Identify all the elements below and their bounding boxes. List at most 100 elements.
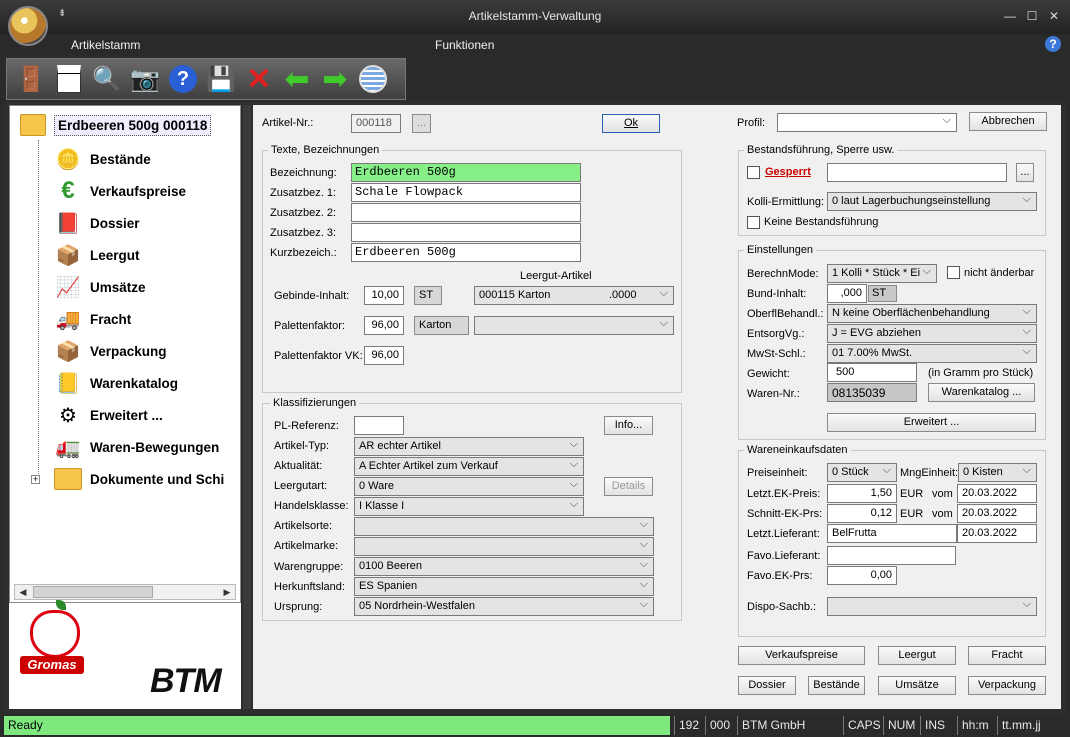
zusatz3-input[interactable]	[351, 223, 581, 242]
globe-icon[interactable]	[356, 62, 390, 96]
herkunft-select[interactable]: ES Spanien	[354, 577, 654, 596]
tree-root[interactable]: Erdbeeren 500g 000118	[20, 114, 212, 136]
paletten-vk-input[interactable]: 96,00	[364, 346, 404, 365]
artikel-nr-field[interactable]: 000118	[351, 114, 401, 133]
help-circle-icon[interactable]: ?	[166, 62, 200, 96]
leergutart-select[interactable]: 0 Ware	[354, 477, 584, 496]
bund-input[interactable]: ,000	[827, 284, 867, 303]
warenkatalog-button[interactable]: Warenkatalog ...	[928, 383, 1035, 402]
tree-item-dokumente[interactable]: Dokumente und Schi	[54, 465, 224, 493]
preiseinheit-select[interactable]: 0 Stück	[827, 463, 897, 482]
gesperrt-lookup-button[interactable]: ...	[1016, 163, 1034, 182]
kurz-input[interactable]: Erdbeeren 500g	[351, 243, 581, 262]
dossier-button[interactable]: Dossier	[738, 676, 796, 695]
schnitt-date[interactable]: 20.03.2022	[957, 504, 1037, 523]
erweitert-button[interactable]: Erweitert ...	[827, 413, 1036, 432]
maximize-button[interactable]: ☐	[1022, 8, 1042, 24]
kolli-select[interactable]: 0 laut Lagerbuchungseinstellung	[827, 192, 1037, 211]
dispo-select[interactable]	[827, 597, 1037, 616]
letzt-ek-date[interactable]: 20.03.2022	[957, 484, 1037, 503]
verpackung-button[interactable]: Verpackung	[968, 676, 1046, 695]
schnitt-input[interactable]: 0,12	[827, 504, 897, 523]
pl-ref-input[interactable]	[354, 416, 404, 435]
minimize-button[interactable]: —	[1000, 8, 1020, 24]
tree-item-waren-bewegungen[interactable]: 🚛 Waren-Bewegungen	[54, 433, 220, 461]
artikelmarke-select[interactable]	[354, 537, 654, 556]
details-button[interactable]: Details	[604, 477, 653, 496]
list-view-icon[interactable]	[52, 62, 86, 96]
delete-x-icon[interactable]: ✕	[242, 62, 276, 96]
mwst-select[interactable]: 01 7.00% MwSt.	[827, 344, 1037, 363]
scroll-right-icon[interactable]: ▶	[219, 585, 235, 599]
aktualitaet-select[interactable]: A Echter Artikel zum Verkauf	[354, 457, 584, 476]
splitter[interactable]	[243, 105, 251, 709]
back-arrow-icon[interactable]: ⬅	[280, 62, 314, 96]
gesperrt-text[interactable]	[827, 163, 1007, 182]
tree-horizontal-scrollbar[interactable]: ◀ ▶	[14, 584, 236, 600]
paletten-artikel-select[interactable]	[474, 316, 674, 335]
gewicht-input[interactable]: 500	[827, 363, 917, 382]
artikeltyp-select[interactable]: AR echter Artikel	[354, 437, 584, 456]
tree-item-verkaufspreise[interactable]: € Verkaufspreise	[54, 177, 186, 205]
menu-funktionen[interactable]: Funktionen	[435, 38, 494, 52]
mng-select[interactable]: 0 Kisten	[958, 463, 1037, 482]
close-button[interactable]: ✕	[1044, 8, 1064, 24]
bund-unit[interactable]: ST	[868, 285, 897, 302]
verkaufspreise-button[interactable]: Verkaufspreise	[738, 646, 865, 665]
save-disk-icon[interactable]: 💾	[204, 62, 238, 96]
gebinde-input[interactable]: 10,00	[364, 286, 404, 305]
letzt-lief-input[interactable]: BelFrutta	[827, 524, 957, 543]
search-document-icon[interactable]: 🔍	[90, 62, 124, 96]
favo-ek-input[interactable]: 0,00	[827, 566, 897, 585]
tree-item-bestaende[interactable]: 🪙 Bestände	[54, 145, 151, 173]
keine-bestand-checkbox[interactable]	[747, 216, 760, 229]
tree-item-umsaetze[interactable]: 📈 Umsätze	[54, 273, 146, 301]
scroll-left-icon[interactable]: ◀	[15, 585, 31, 599]
abbrechen-button[interactable]: Abbrechen	[969, 112, 1047, 131]
app-logo-icon[interactable]	[8, 6, 48, 46]
tree-item-erweitert[interactable]: ⚙ Erweitert ...	[54, 401, 163, 429]
bestaende-button[interactable]: Bestände	[808, 676, 865, 695]
letzt-lief-date[interactable]: 20.03.2022	[957, 524, 1037, 543]
artikelsorte-select[interactable]	[354, 517, 654, 536]
gesperrt-checkbox[interactable]	[747, 166, 760, 179]
paletten-unit[interactable]: Karton	[414, 316, 469, 335]
leergut-artikel-select[interactable]: 000115 Karton .0000	[474, 286, 674, 305]
help-icon[interactable]: ?	[1045, 36, 1061, 52]
info-button[interactable]: Info...	[604, 416, 653, 435]
profil-select[interactable]	[777, 113, 957, 132]
waren-nr-field[interactable]: 08135039	[827, 383, 917, 402]
exit-door-icon[interactable]: 🚪	[14, 62, 48, 96]
scroll-thumb[interactable]	[33, 586, 153, 598]
tree-item-leergut[interactable]: 📦 Leergut	[54, 241, 140, 269]
tree-item-verpackung[interactable]: 📦 Verpackung	[54, 337, 167, 365]
handelsklasse-select[interactable]: I Klasse I	[354, 497, 584, 516]
berechn-select[interactable]: 1 Kolli * Stück * Ei	[827, 264, 937, 283]
fracht-button[interactable]: Fracht	[968, 646, 1046, 665]
artikel-lookup-button[interactable]: ...	[412, 114, 431, 133]
zusatz1-input[interactable]: Schale Flowpack	[351, 183, 581, 202]
bezeichnung-input[interactable]: Erdbeeren 500g	[351, 163, 581, 182]
nicht-aenderbar-checkbox[interactable]	[947, 266, 960, 279]
favo-lief-input[interactable]	[827, 546, 956, 565]
expand-icon[interactable]: +	[31, 475, 40, 484]
paletten-input[interactable]: 96,00	[364, 316, 404, 335]
letzt-ek-currency: EUR	[900, 488, 924, 500]
gebinde-unit[interactable]: ST	[414, 286, 442, 305]
umsaetze-button[interactable]: Umsätze	[878, 676, 956, 695]
gewicht-hint: (in Gramm pro Stück)	[928, 367, 1034, 379]
menu-artikelstamm[interactable]: Artikelstamm	[71, 38, 140, 52]
oberfl-select[interactable]: N keine Oberflächenbehandlung	[827, 304, 1037, 323]
warengruppe-select[interactable]: 0100 Beeren	[354, 557, 654, 576]
tree-item-warenkatalog[interactable]: 📒 Warenkatalog	[54, 369, 178, 397]
entsorg-select[interactable]: J = EVG abziehen	[827, 324, 1037, 343]
tree-item-dossier[interactable]: 📕 Dossier	[54, 209, 140, 237]
zusatz2-input[interactable]	[351, 203, 581, 222]
tree-item-fracht[interactable]: 🚚 Fracht	[54, 305, 132, 333]
leergut-button[interactable]: Leergut	[878, 646, 956, 665]
forward-arrow-icon[interactable]: ➡	[318, 62, 352, 96]
ursprung-select[interactable]: 05 Nordrhein-Westfalen	[354, 597, 654, 616]
camera-icon[interactable]: 📷	[128, 62, 162, 96]
letzt-ek-input[interactable]: 1,50	[827, 484, 897, 503]
ok-button[interactable]: Ok	[602, 114, 660, 133]
